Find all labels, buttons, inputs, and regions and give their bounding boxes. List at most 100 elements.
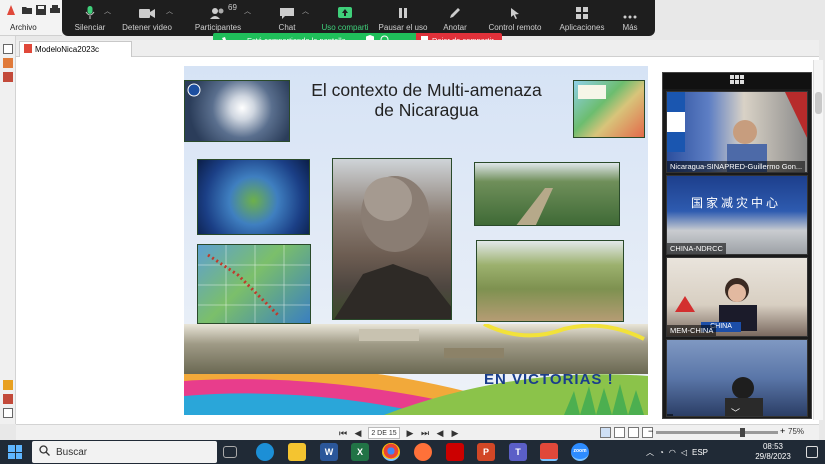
zoom-meeting-toolbar: Silenciar ︿ Detener video ︿ Participante…: [62, 0, 655, 36]
ndrcc-banner-text: 国家减灾中心: [691, 196, 782, 210]
mute-options-caret[interactable]: ︿: [104, 6, 111, 16]
windows-start-icon[interactable]: [8, 445, 22, 459]
back-icon[interactable]: ◀: [435, 428, 445, 438]
slide-slogan: EN VICTORIAS !: [484, 371, 614, 388]
remote-control-icon: [508, 0, 522, 20]
pause-icon: [397, 0, 409, 20]
speaker-icon[interactable]: ◁: [681, 448, 687, 457]
page-thumbnail-icon[interactable]: [3, 44, 13, 54]
more-button[interactable]: Más: [616, 0, 644, 36]
pause-share-button[interactable]: Pausar el uso: [376, 0, 430, 36]
excel-icon[interactable]: X: [351, 443, 369, 461]
edge-browser-icon[interactable]: [256, 443, 274, 461]
file-explorer-icon[interactable]: [288, 443, 306, 461]
print-icon[interactable]: [49, 4, 61, 16]
first-page-icon[interactable]: ⏮: [338, 428, 348, 438]
pdf-reader-icon[interactable]: [540, 443, 558, 461]
more-dots-icon: [623, 0, 637, 20]
video-gallery-panel: Nicaragua-SINAPRED-Guillermo Gon... 国家减灾…: [662, 72, 812, 419]
pen-icon: [448, 0, 462, 20]
powerpoint-icon[interactable]: P: [477, 443, 495, 461]
participants-icon: [209, 0, 227, 20]
continuous-view-icon[interactable]: [614, 427, 625, 438]
viewer-scrollbar[interactable]: [813, 60, 823, 420]
single-page-view-icon[interactable]: [600, 427, 611, 438]
zoom-in-icon[interactable]: +: [780, 426, 785, 436]
video-tile[interactable]: ﹀: [666, 339, 808, 417]
bookmark-icon[interactable]: [3, 394, 13, 404]
firefox-icon[interactable]: [414, 443, 432, 461]
wifi-icon[interactable]: ◠: [669, 448, 676, 457]
previous-page-icon[interactable]: ◀: [353, 428, 363, 438]
chat-icon: [279, 0, 295, 20]
video-options-caret[interactable]: ︿: [166, 6, 173, 16]
apps-button[interactable]: Aplicaciones: [556, 0, 608, 36]
zoom-level[interactable]: 75%: [788, 427, 804, 436]
nicaragua-hazard-map-image: [573, 80, 645, 138]
slide-title: El contexto de Multi-amenaza de Nicaragu…: [311, 80, 542, 120]
zoom-out-icon[interactable]: −: [648, 426, 653, 436]
viewer-scrollbar-thumb[interactable]: [815, 92, 822, 114]
video-tile[interactable]: 国家减灾中心 CHINA-NDRCC: [666, 175, 808, 255]
zoom-slider-handle[interactable]: [740, 428, 745, 437]
zoom-app-icon[interactable]: zoom: [571, 443, 589, 461]
chrome-icon[interactable]: [382, 443, 400, 461]
share-screen-button[interactable]: Uso comparti: [316, 0, 374, 36]
task-view-icon[interactable]: [223, 446, 237, 458]
apps-icon: [575, 0, 589, 20]
document-tab-strip: ModeloNica2023c: [16, 40, 819, 57]
hillside-landslide-image: [476, 240, 624, 322]
pdf-file-icon: [24, 44, 32, 55]
participant-name: Nicaragua-SINAPRED-Guillermo Gon...: [667, 161, 806, 172]
chat-button[interactable]: Chat: [270, 0, 304, 36]
video-camera-icon: [138, 0, 156, 20]
page-navigator: ⏮ ◀ 2 DE 15 ▶ ⏭ ◀ ▶: [338, 426, 460, 440]
annotate-button[interactable]: Anotar: [436, 0, 474, 36]
left-tool-panel: [0, 36, 16, 424]
remote-control-button[interactable]: Control remoto: [482, 0, 548, 36]
participants-count: 69: [228, 3, 237, 12]
page-number-field[interactable]: 2 DE 15: [368, 427, 400, 439]
video-tile[interactable]: CHINA MEM-CHINA: [666, 257, 808, 337]
last-page-icon[interactable]: ⏭: [420, 428, 430, 438]
acrobat-icon[interactable]: [446, 443, 464, 461]
taskbar-search[interactable]: Buscar: [32, 441, 217, 463]
attachment-icon[interactable]: [3, 72, 13, 82]
forward-icon[interactable]: ▶: [450, 428, 460, 438]
file-menu[interactable]: Archivo: [10, 23, 37, 32]
noaa-logo-icon: [187, 83, 201, 97]
participants-button[interactable]: Participantes: [190, 0, 246, 36]
gallery-view-toggle[interactable]: [663, 73, 811, 89]
teams-icon[interactable]: T: [509, 443, 527, 461]
grid-view-icon: [730, 74, 744, 88]
viewer-status-bar: ⏮ ◀ 2 DE 15 ▶ ⏭ ◀ ▶ − + 75%: [16, 424, 819, 440]
search-icon: [39, 445, 50, 459]
next-page-icon[interactable]: ▶: [405, 428, 415, 438]
word-icon[interactable]: W: [320, 443, 338, 461]
windows-taskbar: Buscar W X P T zoom ︿ ◔ ◠ ◁ ESP 08:53 29…: [0, 440, 825, 464]
language-indicator[interactable]: ESP: [692, 448, 708, 457]
document-tab[interactable]: ModeloNica2023c: [19, 41, 132, 57]
zoom-slider[interactable]: [656, 428, 778, 437]
participant-name: MEM-CHINA: [667, 325, 717, 336]
notification-icon[interactable]: [806, 446, 818, 458]
folder-icon[interactable]: [21, 4, 33, 16]
view-mode-buttons: [600, 427, 653, 438]
system-tray: ︿ ◔ ◠ ◁ ESP: [646, 440, 708, 464]
chat-options-caret[interactable]: ︿: [302, 6, 309, 16]
tray-chevron-icon[interactable]: ︿: [646, 447, 654, 458]
scroll-down-chevron-icon[interactable]: ﹀: [731, 406, 740, 416]
save-icon[interactable]: [35, 4, 47, 16]
comment-icon[interactable]: [3, 380, 13, 390]
network-icon[interactable]: ◔: [659, 448, 664, 457]
participants-options-caret[interactable]: ︿: [244, 6, 251, 16]
taskbar-clock[interactable]: 08:53 29/8/2023: [752, 442, 794, 462]
two-page-view-icon[interactable]: [628, 427, 639, 438]
app-toolbar: Archivo: [0, 0, 62, 36]
video-tile[interactable]: Nicaragua-SINAPRED-Guillermo Gon...: [666, 91, 808, 173]
document-icon[interactable]: [3, 58, 13, 68]
share-screen-icon: [337, 0, 353, 20]
layers-icon[interactable]: [3, 408, 13, 418]
flood-damage-panorama-image: [184, 324, 648, 374]
volcano-eruption-image: [332, 158, 452, 320]
